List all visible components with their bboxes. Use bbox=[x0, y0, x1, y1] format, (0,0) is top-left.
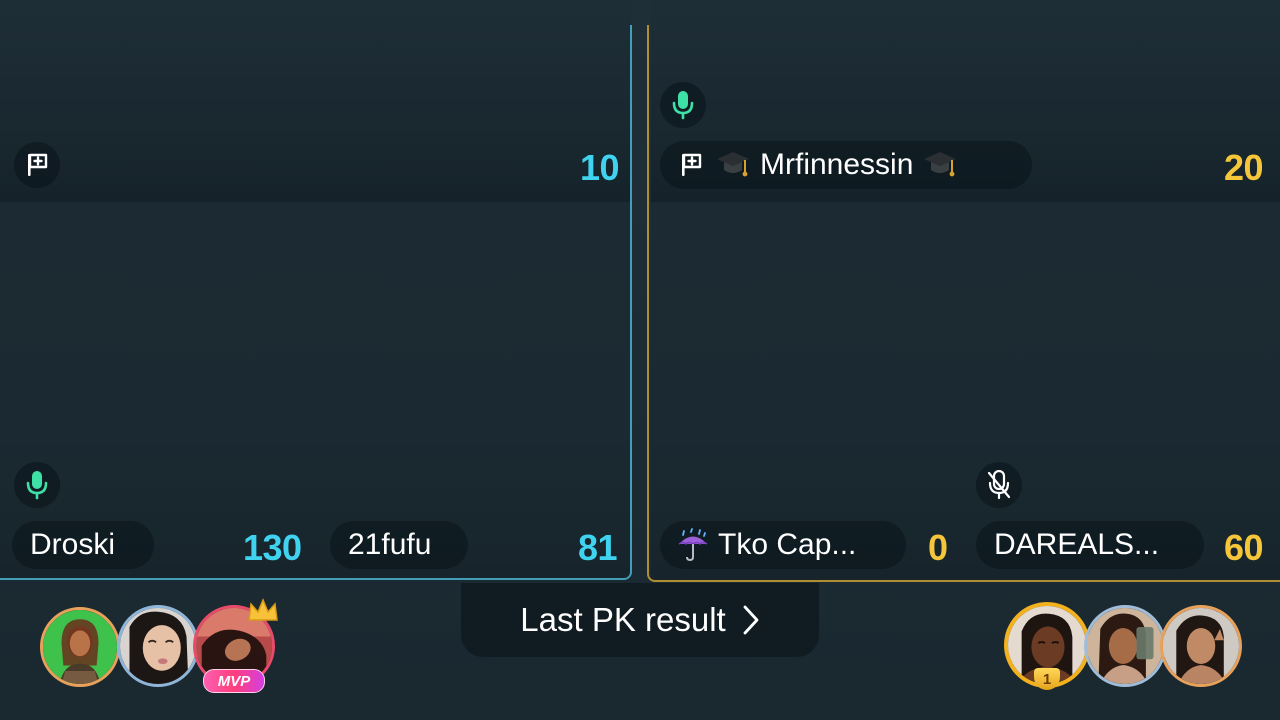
left-top-score: 10 bbox=[580, 147, 620, 188]
microphone-muted-icon[interactable] bbox=[976, 462, 1022, 508]
left-team-frame bbox=[0, 25, 632, 580]
last-pk-result-label: Last PK result bbox=[520, 601, 726, 638]
flag-icon[interactable] bbox=[14, 142, 60, 188]
right-player-2-name: DAREALS... bbox=[994, 528, 1160, 561]
left-player-1-chip[interactable]: Droski bbox=[12, 521, 154, 569]
left-player-2-score: 81 bbox=[578, 527, 618, 568]
flag-icon[interactable] bbox=[672, 146, 710, 184]
right-player-1-chip[interactable]: Tko Cap... bbox=[660, 521, 906, 569]
right-team-frame bbox=[647, 25, 1280, 582]
right-player-1-name: Tko Cap... bbox=[718, 528, 857, 561]
right-top-score: 20 bbox=[1224, 147, 1264, 188]
left-player-1-score: 130 bbox=[243, 527, 302, 568]
right-host-chip[interactable]: Mrfinnessin bbox=[660, 141, 1032, 189]
pk-battle-screen: 10 Mrfinnessin 20 Droski 130 21fufu 81 T… bbox=[0, 0, 1280, 720]
crown-icon bbox=[248, 598, 278, 621]
supporter-avatar[interactable] bbox=[40, 607, 120, 687]
graduation-cap-icon bbox=[921, 146, 959, 184]
right-host-name: Mrfinnessin bbox=[760, 148, 914, 181]
left-player-2-chip[interactable]: 21fufu bbox=[330, 521, 468, 569]
supporter-avatar[interactable] bbox=[1084, 605, 1166, 687]
graduation-cap-icon bbox=[714, 146, 752, 184]
last-pk-result-button[interactable]: Last PK result bbox=[461, 583, 819, 657]
supporter-avatar[interactable] bbox=[117, 605, 199, 687]
microphone-icon[interactable] bbox=[14, 462, 60, 508]
right-player-2-score: 60 bbox=[1224, 527, 1264, 568]
umbrella-rain-icon bbox=[674, 526, 712, 564]
left-player-1-name: Droski bbox=[30, 528, 116, 561]
right-player-1-score: 0 bbox=[928, 527, 948, 568]
mvp-badge-text: MVP bbox=[217, 672, 251, 690]
right-player-2-chip[interactable]: DAREALS... bbox=[976, 521, 1204, 569]
mvp-badge: MVP bbox=[203, 669, 265, 693]
chevron-right-icon bbox=[742, 604, 760, 636]
rank-one-text: 1 bbox=[1042, 670, 1052, 688]
microphone-icon[interactable] bbox=[660, 82, 706, 128]
left-player-2-name: 21fufu bbox=[348, 528, 432, 561]
supporter-avatar[interactable] bbox=[1160, 605, 1242, 687]
